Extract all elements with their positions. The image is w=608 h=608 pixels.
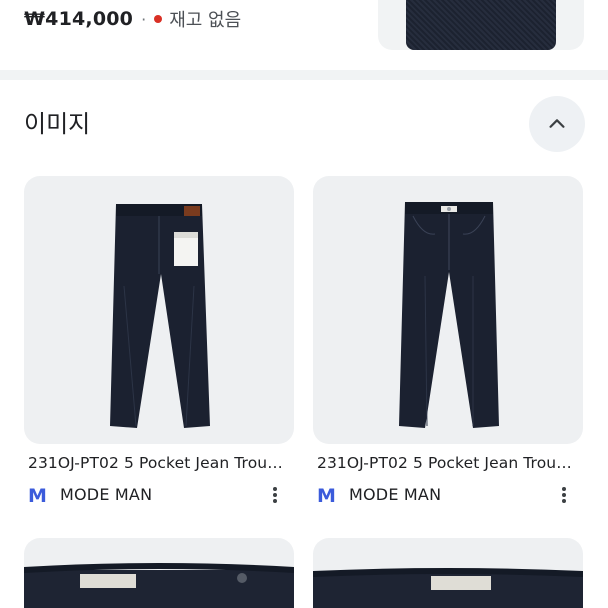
more-vert-icon[interactable] [555, 483, 573, 507]
images-section-title: 이미지 [24, 110, 91, 138]
collapse-button[interactable] [529, 96, 585, 152]
separator: · [141, 9, 147, 29]
leather-patch [184, 206, 200, 216]
image-caption[interactable]: 231OJ-PT02 5 Pocket Jean Trou… [317, 454, 579, 472]
more-vert-icon[interactable] [266, 483, 284, 507]
jeans-front-image[interactable] [313, 176, 583, 444]
price-row: ₩414,000 · 재고 없음 [24, 6, 241, 32]
jeans-front-illustration [399, 202, 499, 428]
label-patch [80, 574, 136, 588]
source-row[interactable]: M MODE MAN [28, 483, 290, 507]
jeans-back-illustration [110, 204, 210, 428]
source-logo-icon: M [28, 485, 47, 507]
section-divider [0, 70, 608, 80]
source-logo-icon: M [317, 485, 336, 507]
shopping-result-strip: ₩414,000 · 재고 없음 [0, 0, 608, 70]
jeans-detail-illustration [313, 568, 583, 608]
chevron-up-icon [549, 119, 565, 128]
source-name: MODE MAN [60, 485, 153, 504]
label-patch [431, 576, 491, 590]
price: ₩414,000 [24, 8, 134, 30]
jeans-detail-image[interactable] [313, 538, 583, 608]
image-caption[interactable]: 231OJ-PT02 5 Pocket Jean Trou… [28, 454, 290, 472]
denim-image [406, 0, 556, 50]
source-name: MODE MAN [349, 485, 442, 504]
jeans-detail-illustration [24, 563, 294, 608]
jeans-detail-image[interactable] [24, 538, 294, 608]
stock-status: 재고 없음 [169, 10, 242, 31]
jeans-back-image[interactable] [24, 176, 294, 444]
product-thumbnail[interactable] [378, 0, 584, 50]
source-row[interactable]: M MODE MAN [317, 483, 579, 507]
stock-status-dot-icon [154, 15, 163, 23]
